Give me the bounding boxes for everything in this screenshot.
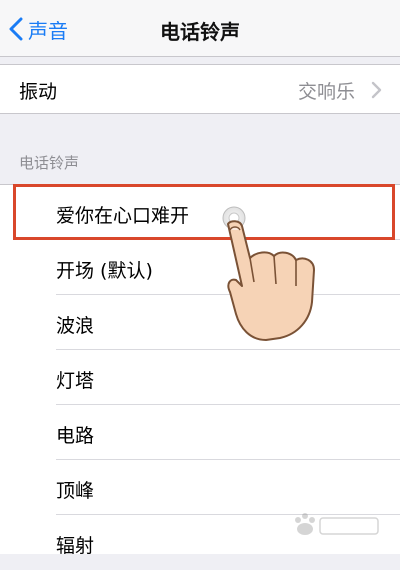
ringtones-section-header: 电话铃声 <box>19 154 80 172</box>
ringtone-label: 灯塔 <box>56 370 95 392</box>
navigation-bar: 声音 电话铃声 <box>0 0 400 57</box>
ringtone-label: 波浪 <box>56 315 95 337</box>
vibration-row[interactable]: 振动 交响乐 <box>0 64 400 114</box>
chevron-right-icon <box>371 81 382 99</box>
ringtone-label: 顶峰 <box>56 480 95 502</box>
page-title: 电话铃声 <box>160 20 240 44</box>
vibration-value: 交响乐 <box>297 81 355 103</box>
vibration-label: 振动 <box>19 81 58 103</box>
watermark-logo <box>295 513 379 535</box>
pointing-hand-icon <box>222 206 315 341</box>
ringtone-item[interactable]: 顶峰 <box>0 460 400 515</box>
ringtone-item[interactable]: 灯塔 <box>0 350 400 405</box>
ringtone-label: 爱你在心口难开 <box>56 205 190 227</box>
section-spacer <box>0 57 400 64</box>
ringtone-item[interactable]: 电路 <box>0 405 400 460</box>
ringtone-label: 电路 <box>56 425 95 447</box>
ringtone-label: 开场 (默认) <box>56 260 153 282</box>
